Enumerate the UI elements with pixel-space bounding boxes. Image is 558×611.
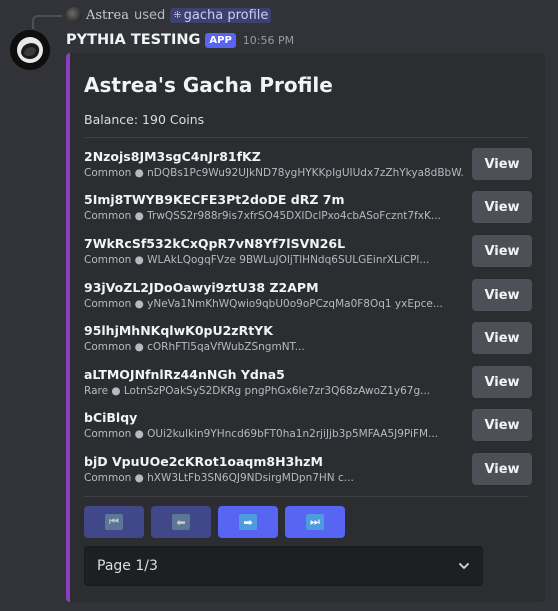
next-page-icon: ➡ xyxy=(239,514,257,530)
next-page-button[interactable]: ➡ xyxy=(218,506,278,538)
chevron-down-icon xyxy=(459,563,469,569)
item-details: Common ● OUi2kulkin9YHncd69bFT0ha1n2rjiJ… xyxy=(84,428,439,440)
app-badge: APP xyxy=(205,32,236,48)
embed-title: Astrea's Gacha Profile xyxy=(84,73,333,97)
bot-name[interactable]: PYTHIA TESTING xyxy=(66,32,200,48)
view-button[interactable]: View xyxy=(472,453,532,485)
view-button[interactable]: View xyxy=(472,148,532,180)
item-details: Rare ● LotnSzPOakSyS2DKRg pngPhGx6le7zr3… xyxy=(84,385,431,397)
view-button[interactable]: View xyxy=(472,409,532,441)
view-button[interactable]: View xyxy=(472,279,532,311)
view-button[interactable]: View xyxy=(472,322,532,354)
item-name: bCiBlqy xyxy=(84,410,138,425)
item-name: 5Imj8TWYB9KECFE3Pt2doDE dRZ 7m xyxy=(84,192,345,207)
item-details: Common ● hXW3LtFb3SN6QJ9NDsirgMDpn7HN c.… xyxy=(84,472,354,484)
list-item: aLTMOJNfnlRz44nNGh Ydna5 Rare ● LotnSzPO… xyxy=(84,366,532,402)
interaction-reference[interactable]: Astrea used ⁜ gacha profile xyxy=(66,6,272,24)
pagination-buttons: ⏮ ⬅ ➡ ⏭ xyxy=(84,506,345,538)
view-button[interactable]: View xyxy=(472,235,532,267)
slash-command-icon: ⁜ xyxy=(173,9,182,21)
last-page-button[interactable]: ⏭ xyxy=(285,506,345,538)
list-item: bCiBlqy Common ● OUi2kulkin9YHncd69bFT0h… xyxy=(84,409,532,445)
first-page-icon: ⏮ xyxy=(105,514,123,530)
item-name: aLTMOJNfnlRz44nNGh Ydna5 xyxy=(84,367,285,382)
item-details: Common ● TrwQSS2r988r9is7xfrSO45DXIDclPx… xyxy=(84,210,441,222)
reply-spine xyxy=(32,15,62,29)
bot-avatar-image xyxy=(10,30,50,70)
item-name: 2Nzojs8JM3sgC4nJr81fKZ xyxy=(84,149,261,164)
balance-text: Balance: 190 Coins xyxy=(84,112,205,127)
command-pill[interactable]: ⁜ gacha profile xyxy=(170,7,272,23)
view-button[interactable]: View xyxy=(472,191,532,223)
previous-page-icon: ⬅ xyxy=(172,514,190,530)
bot-message: Astrea used ⁜ gacha profile PYTHIA TESTI… xyxy=(0,0,558,611)
list-item: 5Imj8TWYB9KECFE3Pt2doDE dRZ 7m Common ● … xyxy=(84,191,532,227)
command-name: gacha profile xyxy=(183,7,269,23)
user-mini-avatar[interactable] xyxy=(66,7,82,23)
previous-page-button[interactable]: ⬅ xyxy=(151,506,211,538)
gacha-profile-embed: Astrea's Gacha Profile Balance: 190 Coin… xyxy=(66,53,545,602)
interaction-used-text: used xyxy=(133,7,166,23)
item-name: 93jVoZL2JDoOawyi9ztU38 Z2APM xyxy=(84,280,319,295)
item-name: 7WkRcSf532kCxQpR7vN8Yf7lSVN26L xyxy=(84,236,346,251)
list-item: 95lhjMhNKqlwK0pU2zRtYK Common ● cORhFTl5… xyxy=(84,322,532,358)
item-name: 95lhjMhNKqlwK0pU2zRtYK xyxy=(84,323,273,338)
divider-bottom xyxy=(84,496,528,497)
item-details: Common ● WLAkLQogqFVze 9BWLuJOIjTlHNdq6S… xyxy=(84,254,430,266)
bot-avatar[interactable] xyxy=(10,30,50,70)
list-item: 93jVoZL2JDoOawyi9ztU38 Z2APM Common ● yN… xyxy=(84,279,532,315)
message-timestamp[interactable]: 10:56 PM xyxy=(243,34,294,47)
item-name: bjD VpuUOe2cKRot1oaqm8H3hzM xyxy=(84,454,323,469)
item-details: Common ● nDQBs1Pc9Wu92UJkND78ygHYKKpIgUI… xyxy=(84,167,464,179)
divider-top xyxy=(84,137,528,138)
view-button[interactable]: View xyxy=(472,366,532,398)
list-item: 2Nzojs8JM3sgC4nJr81fKZ Common ● nDQBs1Pc… xyxy=(84,148,532,184)
page-select-value: Page 1/3 xyxy=(97,558,158,574)
last-page-icon: ⏭ xyxy=(306,514,324,530)
list-item: bjD VpuUOe2cKRot1oaqm8H3hzM Common ● hXW… xyxy=(84,453,532,489)
item-details: Common ● yNeVa1NmKhWQwio9qbU0o9oPCzqMa0F… xyxy=(84,298,443,310)
list-item: 7WkRcSf532kCxQpR7vN8Yf7lSVN26L Common ● … xyxy=(84,235,532,271)
interaction-username[interactable]: Astrea xyxy=(86,8,129,23)
page-select[interactable]: Page 1/3 xyxy=(84,546,483,586)
item-details: Common ● cORhFTl5qaVfWubZSngmNT... xyxy=(84,341,305,353)
first-page-button[interactable]: ⏮ xyxy=(84,506,144,538)
message-header: PYTHIA TESTING APP 10:56 PM xyxy=(66,30,294,50)
